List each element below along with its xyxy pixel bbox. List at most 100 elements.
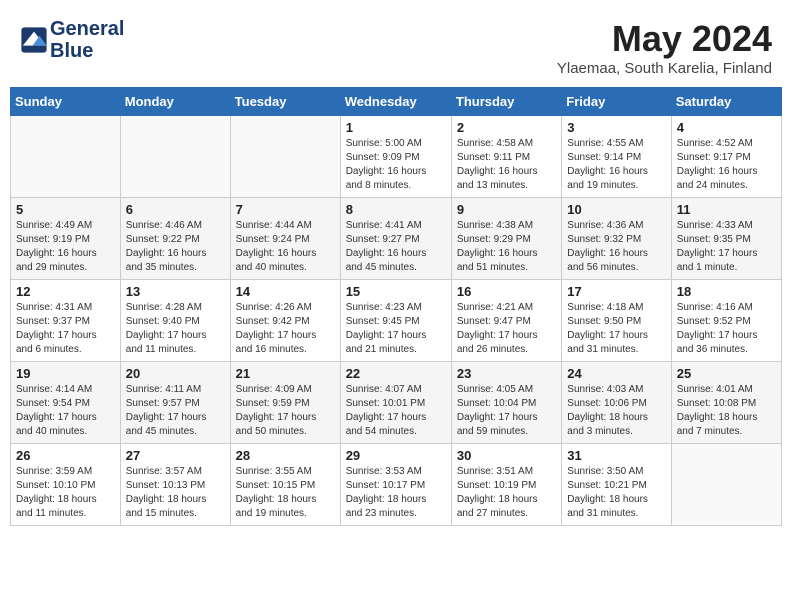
day-number: 6	[126, 202, 225, 217]
day-info: Sunrise: 4:41 AM Sunset: 9:27 PM Dayligh…	[346, 219, 446, 275]
day-number: 29	[346, 448, 446, 463]
day-info: Sunrise: 4:44 AM Sunset: 9:24 PM Dayligh…	[236, 219, 335, 275]
table-row: 2 Sunrise: 4:58 AM Sunset: 9:11 PM Daylig…	[451, 116, 561, 198]
day-number: 21	[236, 366, 335, 381]
day-number: 2	[457, 120, 556, 135]
day-number: 26	[16, 448, 115, 463]
table-row: 8 Sunrise: 4:41 AM Sunset: 9:27 PM Daylig…	[340, 198, 451, 280]
table-row: 10 Sunrise: 4:36 AM Sunset: 9:32 PM Dayli…	[562, 198, 671, 280]
table-row: 6Sunrise: 4:46 AM Sunset: 9:22 PM Daylig…	[120, 198, 230, 280]
day-info: Sunrise: 4:03 AM Sunset: 10:06 PM Daylig…	[567, 383, 665, 439]
day-number: 9	[457, 202, 556, 217]
day-info: Sunrise: 4:36 AM Sunset: 9:32 PM Dayligh…	[567, 219, 665, 275]
day-number: 1	[346, 120, 446, 135]
table-row: 13 Sunrise: 4:28 AM Sunset: 9:40 PM Dayli…	[120, 280, 230, 362]
table-row: 1Sunrise: 5:00 AM Sunset: 9:09 PM Daylig…	[340, 116, 451, 198]
day-number: 30	[457, 448, 556, 463]
day-info: Sunrise: 4:38 AM Sunset: 9:29 PM Dayligh…	[457, 219, 556, 275]
table-row: 25 Sunrise: 4:01 AM Sunset: 10:08 PM Dayl…	[671, 362, 781, 444]
day-number: 12	[16, 284, 115, 299]
table-row	[11, 116, 121, 198]
table-row: 5Sunrise: 4:49 AM Sunset: 9:19 PM Daylig…	[11, 198, 121, 280]
table-row: 28Sunrise: 3:55 AM Sunset: 10:15 PM Dayl…	[230, 444, 340, 526]
location-title: Ylaemaa, South Karelia, Finland	[557, 60, 772, 77]
header-thursday: Thursday	[451, 88, 561, 116]
day-number: 27	[126, 448, 225, 463]
table-row	[120, 116, 230, 198]
day-number: 25	[677, 366, 776, 381]
day-number: 20	[126, 366, 225, 381]
day-info: Sunrise: 4:55 AM Sunset: 9:14 PM Dayligh…	[567, 137, 665, 193]
day-info: Sunrise: 3:55 AM Sunset: 10:15 PM Daylig…	[236, 465, 335, 521]
day-number: 17	[567, 284, 665, 299]
day-info: Sunrise: 3:57 AM Sunset: 10:13 PM Daylig…	[126, 465, 225, 521]
page-header: General Blue May 2024 Ylaemaa, South Kar…	[10, 10, 782, 81]
day-info: Sunrise: 4:26 AM Sunset: 9:42 PM Dayligh…	[236, 301, 335, 357]
header-tuesday: Tuesday	[230, 88, 340, 116]
calendar-week-row: 19Sunrise: 4:14 AM Sunset: 9:54 PM Dayli…	[11, 362, 782, 444]
calendar-week-row: 12 Sunrise: 4:31 AM Sunset: 9:37 PM Dayli…	[11, 280, 782, 362]
day-info: Sunrise: 3:59 AM Sunset: 10:10 PM Daylig…	[16, 465, 115, 521]
table-row: 3 Sunrise: 4:55 AM Sunset: 9:14 PM Daylig…	[562, 116, 671, 198]
day-info: Sunrise: 4:16 AM Sunset: 9:52 PM Dayligh…	[677, 301, 776, 357]
title-block: May 2024 Ylaemaa, South Karelia, Finland	[557, 18, 772, 77]
day-number: 18	[677, 284, 776, 299]
day-info: Sunrise: 4:31 AM Sunset: 9:37 PM Dayligh…	[16, 301, 115, 357]
table-row	[230, 116, 340, 198]
day-number: 15	[346, 284, 446, 299]
calendar-week-row: 1Sunrise: 5:00 AM Sunset: 9:09 PM Daylig…	[11, 116, 782, 198]
day-info: Sunrise: 4:23 AM Sunset: 9:45 PM Dayligh…	[346, 301, 446, 357]
calendar-week-row: 5Sunrise: 4:49 AM Sunset: 9:19 PM Daylig…	[11, 198, 782, 280]
day-number: 13	[126, 284, 225, 299]
day-number: 5	[16, 202, 115, 217]
table-row: 14 Sunrise: 4:26 AM Sunset: 9:42 PM Dayli…	[230, 280, 340, 362]
day-info: Sunrise: 4:11 AM Sunset: 9:57 PM Dayligh…	[126, 383, 225, 439]
day-info: Sunrise: 4:01 AM Sunset: 10:08 PM Daylig…	[677, 383, 776, 439]
table-row: 21 Sunrise: 4:09 AM Sunset: 9:59 PM Dayli…	[230, 362, 340, 444]
day-info: Sunrise: 4:33 AM Sunset: 9:35 PM Dayligh…	[677, 219, 776, 275]
day-info: Sunrise: 4:28 AM Sunset: 9:40 PM Dayligh…	[126, 301, 225, 357]
table-row: 30Sunrise: 3:51 AM Sunset: 10:19 PM Dayl…	[451, 444, 561, 526]
logo-icon	[20, 26, 48, 54]
day-number: 14	[236, 284, 335, 299]
day-info: Sunrise: 4:09 AM Sunset: 9:59 PM Dayligh…	[236, 383, 335, 439]
table-row: 4Sunrise: 4:52 AM Sunset: 9:17 PM Daylig…	[671, 116, 781, 198]
table-row: 7 Sunrise: 4:44 AM Sunset: 9:24 PM Daylig…	[230, 198, 340, 280]
table-row: 31Sunrise: 3:50 AM Sunset: 10:21 PM Dayl…	[562, 444, 671, 526]
day-number: 24	[567, 366, 665, 381]
day-info: Sunrise: 3:53 AM Sunset: 10:17 PM Daylig…	[346, 465, 446, 521]
calendar-table: Sunday Monday Tuesday Wednesday Thursday…	[10, 87, 782, 526]
table-row: 9 Sunrise: 4:38 AM Sunset: 9:29 PM Daylig…	[451, 198, 561, 280]
day-number: 31	[567, 448, 665, 463]
day-number: 3	[567, 120, 665, 135]
weekday-header-row: Sunday Monday Tuesday Wednesday Thursday…	[11, 88, 782, 116]
day-number: 16	[457, 284, 556, 299]
day-info: Sunrise: 4:05 AM Sunset: 10:04 PM Daylig…	[457, 383, 556, 439]
day-number: 22	[346, 366, 446, 381]
day-number: 10	[567, 202, 665, 217]
header-monday: Monday	[120, 88, 230, 116]
day-number: 23	[457, 366, 556, 381]
header-sunday: Sunday	[11, 88, 121, 116]
table-row: 23 Sunrise: 4:05 AM Sunset: 10:04 PM Dayl…	[451, 362, 561, 444]
table-row: 24 Sunrise: 4:03 AM Sunset: 10:06 PM Dayl…	[562, 362, 671, 444]
logo: General Blue	[20, 18, 124, 62]
table-row: 29 Sunrise: 3:53 AM Sunset: 10:17 PM Dayl…	[340, 444, 451, 526]
table-row: 20 Sunrise: 4:11 AM Sunset: 9:57 PM Dayli…	[120, 362, 230, 444]
day-info: Sunrise: 4:18 AM Sunset: 9:50 PM Dayligh…	[567, 301, 665, 357]
logo-text: General Blue	[50, 18, 124, 62]
day-number: 7	[236, 202, 335, 217]
table-row: 22 Sunrise: 4:07 AM Sunset: 10:01 PM Dayl…	[340, 362, 451, 444]
calendar-week-row: 26 Sunrise: 3:59 AM Sunset: 10:10 PM Dayl…	[11, 444, 782, 526]
day-info: Sunrise: 4:07 AM Sunset: 10:01 PM Daylig…	[346, 383, 446, 439]
table-row: 19Sunrise: 4:14 AM Sunset: 9:54 PM Dayli…	[11, 362, 121, 444]
day-number: 8	[346, 202, 446, 217]
day-info: Sunrise: 4:58 AM Sunset: 9:11 PM Dayligh…	[457, 137, 556, 193]
day-number: 19	[16, 366, 115, 381]
header-wednesday: Wednesday	[340, 88, 451, 116]
table-row: 11Sunrise: 4:33 AM Sunset: 9:35 PM Dayli…	[671, 198, 781, 280]
table-row: 18 Sunrise: 4:16 AM Sunset: 9:52 PM Dayli…	[671, 280, 781, 362]
table-row	[671, 444, 781, 526]
table-row: 26 Sunrise: 3:59 AM Sunset: 10:10 PM Dayl…	[11, 444, 121, 526]
header-saturday: Saturday	[671, 88, 781, 116]
